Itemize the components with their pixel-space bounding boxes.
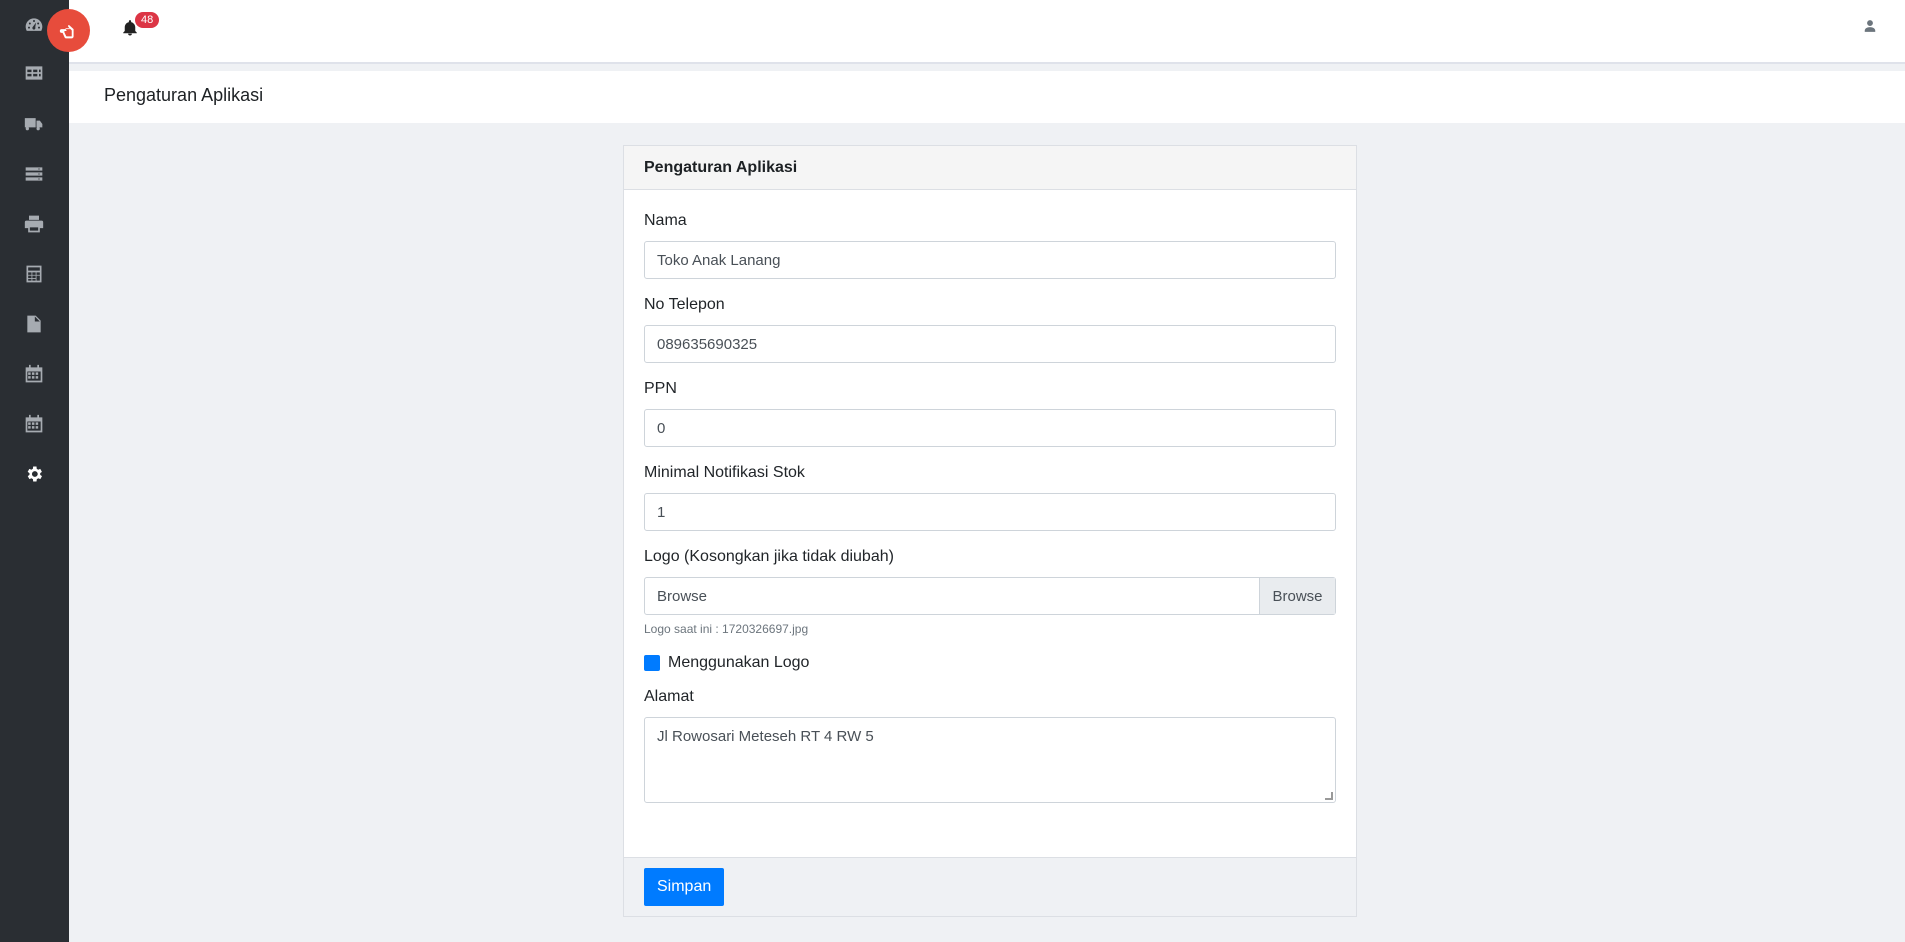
page-title: Pengaturan Aplikasi [104,85,264,105]
nama-label: Nama [644,212,687,229]
card-body: Nama Toko Anak Lanang No Telepon 0896356… [624,190,1356,803]
gear-icon[interactable] [22,462,46,486]
min-notif-label: Minimal Notifikasi Stok [644,464,805,481]
use-logo-label: Menggunakan Logo [668,654,810,671]
telepon-input[interactable]: 089635690325 [644,325,1336,363]
use-logo-row: Menggunakan Logo [644,654,1336,672]
form-group-telepon: No Telepon 089635690325 [644,296,1336,363]
calendar-icon[interactable] [22,362,46,386]
ppn-input[interactable]: 0 [644,409,1336,447]
hand-pointer-button[interactable] [47,9,90,52]
ppn-label: PPN [644,380,677,397]
logo-file-placeholder: Browse [657,587,708,605]
logo-file-input[interactable]: Browse Browse [644,577,1336,615]
save-button[interactable]: Simpan [644,868,725,906]
sidebar [0,0,69,942]
resize-handle[interactable] [1325,792,1333,800]
form-group-ppn: PPN 0 [644,380,1336,447]
form-group-alamat: Alamat Jl Rowosari Meteseh RT 4 RW 5 [644,688,1336,803]
calculator-icon[interactable] [22,262,46,286]
min-notif-input[interactable]: 1 [644,493,1336,531]
alamat-textarea[interactable]: Jl Rowosari Meteseh RT 4 RW 5 [644,717,1336,803]
top-bar: 48 [69,0,1905,64]
browse-button[interactable]: Browse [1259,578,1335,614]
user-icon[interactable] [1863,18,1879,36]
file-icon[interactable] [22,312,46,336]
notification-badge: 48 [135,12,160,28]
alamat-label: Alamat [644,688,694,705]
table-icon[interactable] [22,61,46,85]
dashboard-icon[interactable] [22,13,46,37]
page-header: Pengaturan Aplikasi [69,71,1905,123]
print-icon[interactable] [22,212,46,236]
nama-input[interactable]: Toko Anak Lanang [644,241,1336,279]
logo-help-text: Logo saat ini : 1720326697.jpg [644,622,809,636]
settings-card: Pengaturan Aplikasi Nama Toko Anak Lanan… [623,145,1357,917]
truck-icon[interactable] [22,112,46,136]
form-group-logo: Logo (Kosongkan jika tidak diubah) Brows… [644,548,1336,636]
card-title: Pengaturan Aplikasi [624,146,1356,190]
form-group-nama: Nama Toko Anak Lanang [644,212,1336,279]
server-icon[interactable] [22,162,46,186]
use-logo-checkbox[interactable] [644,655,660,671]
form-group-min-notif: Minimal Notifikasi Stok 1 [644,464,1336,531]
logo-label: Logo (Kosongkan jika tidak diubah) [644,548,894,565]
hand-pointer-icon [59,24,74,38]
telepon-label: No Telepon [644,296,725,313]
alamat-value: Jl Rowosari Meteseh RT 4 RW 5 [657,728,874,745]
card-footer: Simpan [624,857,1356,916]
calendar-icon[interactable] [22,412,46,436]
